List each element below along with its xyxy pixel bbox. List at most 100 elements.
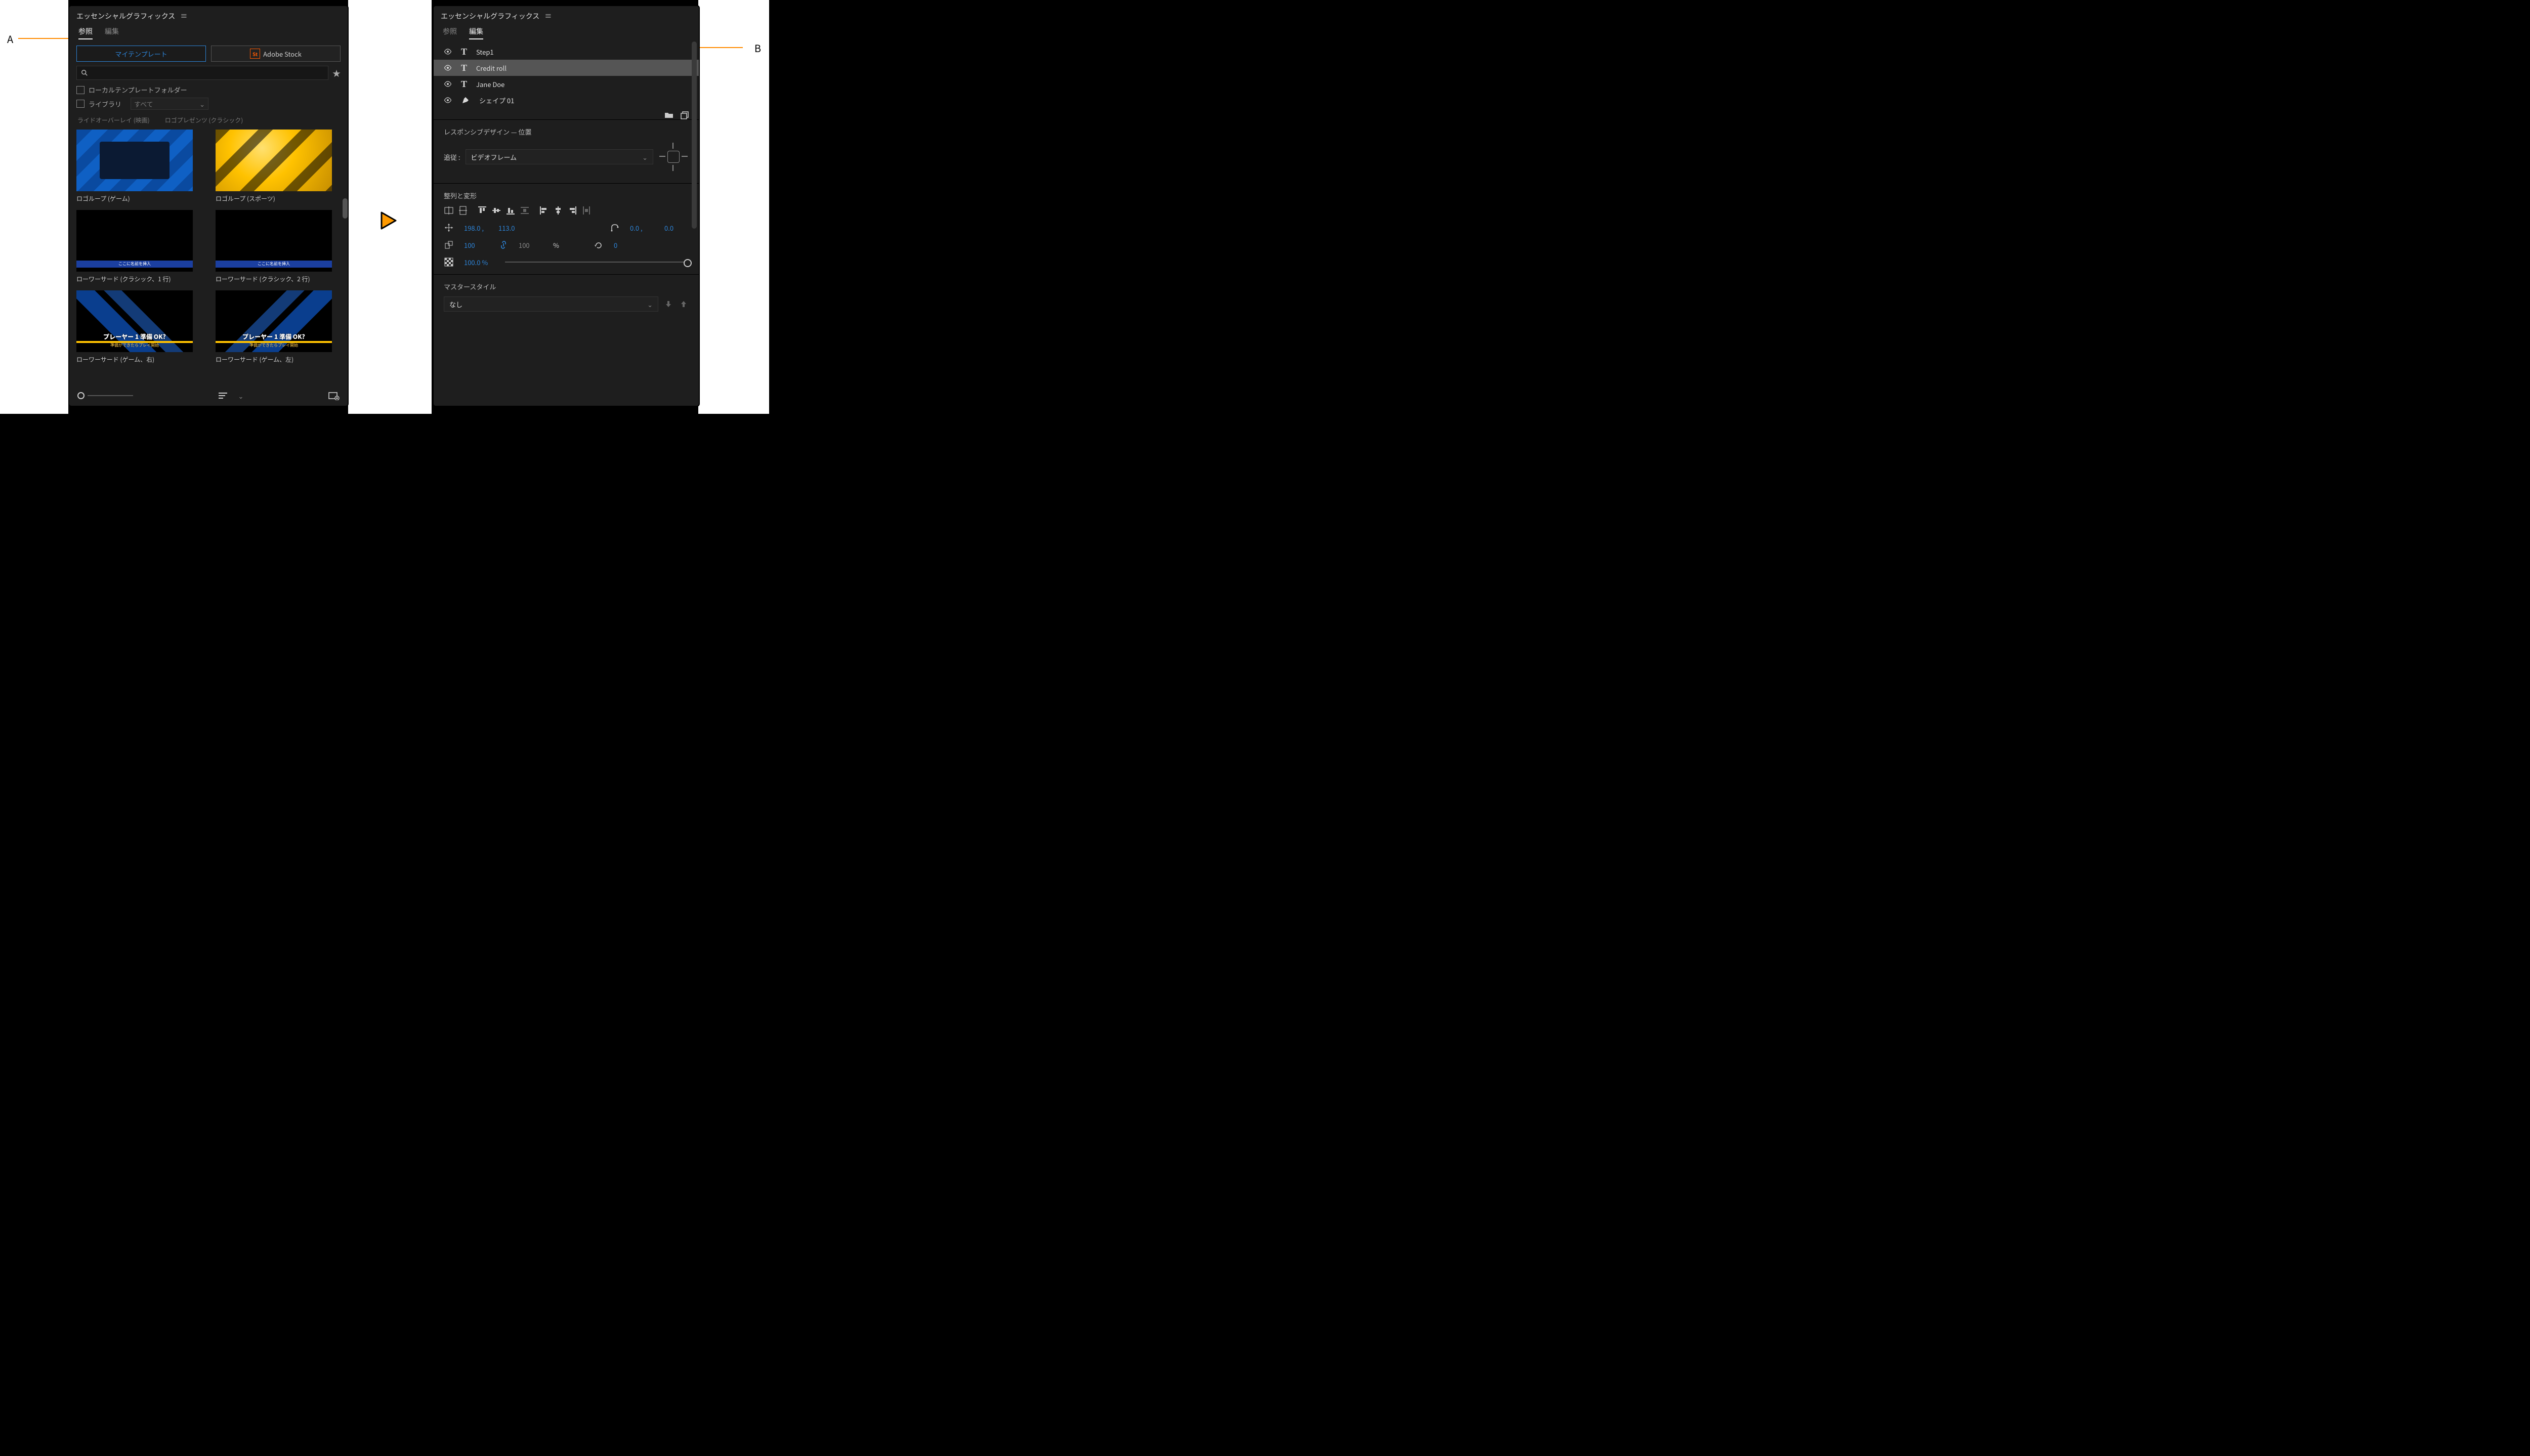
- align-hcenter-icon[interactable]: [444, 205, 454, 216]
- thumb-title: プレーヤー 1 準備 OK?: [242, 332, 305, 341]
- template-thumbnail: ここに名前を挿入: [76, 210, 193, 272]
- anchor-icon: [610, 223, 620, 233]
- scale-h: 100: [519, 240, 543, 250]
- panel-title: エッセンシャルグラフィックス: [441, 11, 539, 21]
- thumb-text-league: リーグ: [113, 148, 156, 155]
- eye-icon[interactable]: [444, 65, 452, 71]
- stock-badge-icon: St: [250, 49, 260, 59]
- responsive-title: レスポンシブデザイン — 位置: [444, 127, 689, 137]
- essential-graphics-panel-edit: エッセンシャルグラフィックス 参照 編集 T Step1 T Credit ro…: [433, 5, 700, 407]
- layer-name: シェイプ 01: [479, 96, 514, 105]
- layer-name: Credit roll: [476, 63, 507, 73]
- checkbox-local-folders[interactable]: [76, 86, 85, 94]
- thumb-title: プレーヤー 1 準備 OK?: [103, 332, 166, 341]
- layer-name: Step1: [476, 47, 494, 57]
- distribute-v-icon[interactable]: [520, 205, 530, 216]
- tab-browse[interactable]: 参照: [78, 26, 93, 39]
- position-y[interactable]: 113.0: [498, 223, 523, 233]
- essential-graphics-panel-browse: エッセンシャルグラフィックス 参照 編集 マイテンプレート St Adobe S…: [68, 5, 349, 407]
- position-icon: [444, 223, 454, 233]
- rotation[interactable]: 0: [614, 240, 638, 250]
- thumb-sub: 準備ができたらプレイ開始: [110, 342, 159, 348]
- template-thumbnail: ここに名前を挿入: [216, 210, 332, 272]
- eye-icon[interactable]: [444, 49, 452, 55]
- chevron-down-icon: [642, 152, 648, 162]
- search-icon: [81, 69, 88, 76]
- play-arrow-icon: [378, 210, 399, 231]
- new-folder-icon[interactable]: [664, 111, 673, 119]
- opacity[interactable]: 100.0 %: [464, 258, 488, 267]
- strip-caption-right: ロゴプレゼンツ (クラシック): [165, 116, 243, 124]
- pin-widget[interactable]: [658, 142, 689, 172]
- scale-w[interactable]: 100: [464, 240, 488, 250]
- label-local-folders: ローカルテンプレートフォルダー: [89, 85, 187, 95]
- layer-row[interactable]: T Step1: [434, 44, 699, 60]
- align-hmid-icon[interactable]: [553, 205, 563, 216]
- link-icon[interactable]: [498, 240, 509, 250]
- align-top-icon[interactable]: [477, 205, 487, 216]
- template-caption: ロゴループ (ゲーム): [76, 194, 201, 203]
- eye-icon[interactable]: [444, 81, 452, 87]
- template-card[interactable]: ロゴループ (スポーツ): [216, 130, 341, 203]
- thumb-text-play: プレイ: [113, 155, 156, 174]
- eye-icon[interactable]: [444, 97, 452, 103]
- align-bottom-icon[interactable]: [505, 205, 516, 216]
- chevron-down-icon: [647, 299, 653, 309]
- checkbox-libraries[interactable]: [76, 100, 85, 108]
- follow-value: ビデオフレーム: [471, 152, 517, 162]
- text-layer-icon: T: [461, 47, 467, 57]
- scrollbar[interactable]: [692, 41, 697, 396]
- template-thumbnail: プレーヤー 1 準備 OK? 準備ができたらプレイ開始: [216, 290, 332, 352]
- thumb-sub: 準備ができたらプレイ開始: [249, 342, 298, 348]
- opacity-icon: [444, 257, 454, 267]
- template-card[interactable]: { リーグ プレイ } ロゴループ (ゲーム): [76, 130, 201, 203]
- anchor-x[interactable]: 0.0 ,: [630, 223, 654, 233]
- panel-title: エッセンシャルグラフィックス: [76, 11, 175, 21]
- template-thumbnail: { リーグ プレイ }: [76, 130, 193, 191]
- follow-dropdown[interactable]: ビデオフレーム: [466, 149, 653, 164]
- position-x[interactable]: 198.0 ,: [464, 223, 488, 233]
- push-down-icon[interactable]: [663, 299, 673, 309]
- align-vcenter-icon[interactable]: [458, 205, 468, 216]
- segment-my-templates[interactable]: マイテンプレート: [76, 46, 206, 62]
- new-mogrt-icon[interactable]: [328, 391, 340, 400]
- panel-menu-icon[interactable]: [544, 11, 552, 21]
- template-caption: ローワーサード (クラシック、1 行): [76, 275, 201, 283]
- push-up-icon[interactable]: [679, 299, 689, 309]
- tab-edit[interactable]: 編集: [105, 26, 119, 39]
- annotation-a: A: [7, 31, 13, 46]
- tab-edit[interactable]: 編集: [469, 26, 483, 39]
- align-left-icon[interactable]: [539, 205, 549, 216]
- thumbnail-size-slider[interactable]: [77, 392, 133, 399]
- favorites-star-icon[interactable]: ★: [332, 67, 341, 79]
- layer-row[interactable]: T Jane Doe: [434, 76, 699, 92]
- template-card[interactable]: ここに名前を挿入 ローワーサード (クラシック、1 行): [76, 210, 201, 283]
- chevron-down-icon[interactable]: [238, 391, 244, 401]
- segment-adobe-stock[interactable]: St Adobe Stock: [211, 46, 341, 62]
- strip-caption-left: ライドオーバーレイ (映画): [77, 116, 150, 124]
- layer-row[interactable]: シェイプ 01: [434, 92, 699, 108]
- scrollbar-thumb[interactable]: [343, 198, 348, 219]
- align-transform-title: 整列と変形: [444, 191, 689, 200]
- layer-name: Jane Doe: [476, 79, 504, 89]
- layer-row[interactable]: T Credit roll: [434, 60, 699, 76]
- template-card[interactable]: プレーヤー 1 準備 OK? 準備ができたらプレイ開始 ローワーサード (ゲーム…: [216, 290, 341, 364]
- template-card[interactable]: ここに名前を挿入 ローワーサード (クラシック、2 行): [216, 210, 341, 283]
- dropdown-libraries-value: すべて: [134, 99, 153, 109]
- anchor-y[interactable]: 0.0: [664, 223, 689, 233]
- opacity-slider[interactable]: [505, 262, 689, 263]
- align-right-icon[interactable]: [567, 205, 577, 216]
- template-card[interactable]: プレーヤー 1 準備 OK? 準備ができたらプレイ開始 ローワーサード (ゲーム…: [76, 290, 201, 364]
- master-style-dropdown[interactable]: なし: [444, 296, 658, 312]
- dropdown-libraries[interactable]: すべて: [131, 98, 208, 110]
- annotation-b: B: [754, 40, 761, 55]
- sort-icon[interactable]: [218, 392, 229, 399]
- align-vmid-icon[interactable]: [491, 205, 501, 216]
- distribute-h-icon[interactable]: [581, 205, 592, 216]
- search-input[interactable]: [76, 66, 328, 80]
- template-caption: ローワーサード (クラシック、2 行): [216, 275, 341, 283]
- tab-browse[interactable]: 参照: [443, 26, 457, 39]
- template-caption: ローワーサード (ゲーム、右): [76, 355, 201, 364]
- panel-menu-icon[interactable]: [180, 11, 187, 21]
- new-layer-icon[interactable]: [681, 111, 689, 119]
